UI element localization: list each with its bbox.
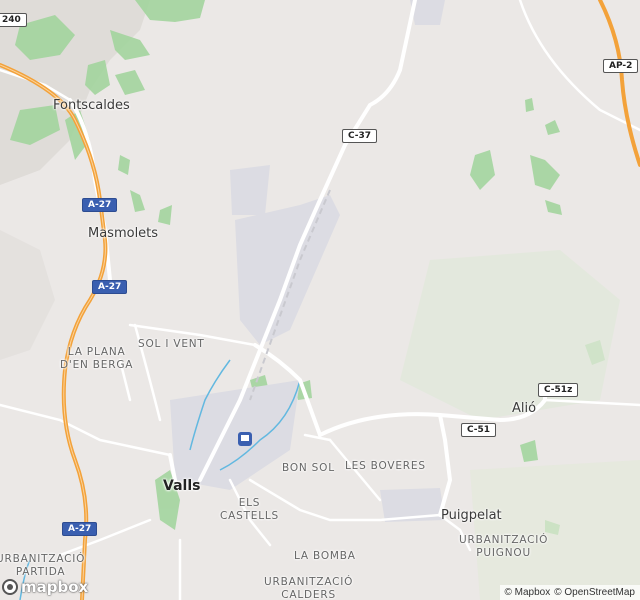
mapbox-logo-text: mapbox bbox=[21, 578, 89, 596]
fields-2 bbox=[470, 460, 640, 600]
district-label-els-castells: ELS CASTELLS bbox=[220, 497, 279, 522]
mapbox-attribution-link[interactable]: © Mapbox bbox=[505, 587, 551, 598]
terrain-hills-2 bbox=[0, 230, 55, 360]
district-label-urb-calders: URBANITZACIÓ CALDERS bbox=[264, 576, 354, 600]
road-shield-c51: C-51 bbox=[461, 423, 497, 437]
mapbox-logo[interactable]: mapbox bbox=[2, 578, 88, 596]
town-label-alio: Alió bbox=[512, 401, 537, 416]
train-station-icon bbox=[238, 432, 252, 446]
road-shield-a27: A-27 bbox=[62, 522, 98, 536]
mapbox-logo-icon bbox=[2, 579, 18, 595]
district-label-la-bomba: LA BOMBA bbox=[294, 550, 356, 562]
district-label-la-plana: LA PLANA D'EN BERGA bbox=[60, 346, 134, 371]
map-view[interactable]: 240 AP-2 C-37 A-27 A-27 A-27 C-51z C-51 … bbox=[0, 0, 640, 600]
town-label-fontscaldes: Fontscaldes bbox=[53, 98, 130, 113]
district-label-les-boveres: LES BOVERES bbox=[345, 460, 426, 472]
attribution: © Mapbox © OpenStreetMap bbox=[499, 585, 640, 600]
osm-attribution-link[interactable]: © OpenStreetMap bbox=[554, 587, 635, 598]
road-shield-ap2: AP-2 bbox=[603, 59, 639, 73]
road-shield-240: 240 bbox=[0, 13, 27, 27]
town-label-puigpelat: Puigpelat bbox=[441, 508, 502, 523]
town-label-masmolets: Masmolets bbox=[88, 226, 159, 241]
district-label-bon-sol: BON SOL bbox=[282, 462, 335, 474]
fields bbox=[400, 250, 620, 420]
road-shield-c51z: C-51z bbox=[538, 383, 579, 397]
road-shield-c37: C-37 bbox=[342, 129, 378, 143]
road-shield-a27: A-27 bbox=[82, 198, 118, 212]
district-label-urb-partida: URBANITZACIÓ PARTIDA bbox=[0, 553, 86, 578]
district-label-sol-i-vent: SOL I VENT bbox=[138, 338, 205, 350]
urban-areas bbox=[170, 0, 445, 522]
road-shield-a27: A-27 bbox=[92, 280, 128, 294]
district-label-urb-puignou: URBANITZACIÓ PUIGNOU bbox=[459, 534, 549, 559]
town-label-valls: Valls bbox=[163, 478, 201, 494]
map-canvas bbox=[0, 0, 640, 600]
